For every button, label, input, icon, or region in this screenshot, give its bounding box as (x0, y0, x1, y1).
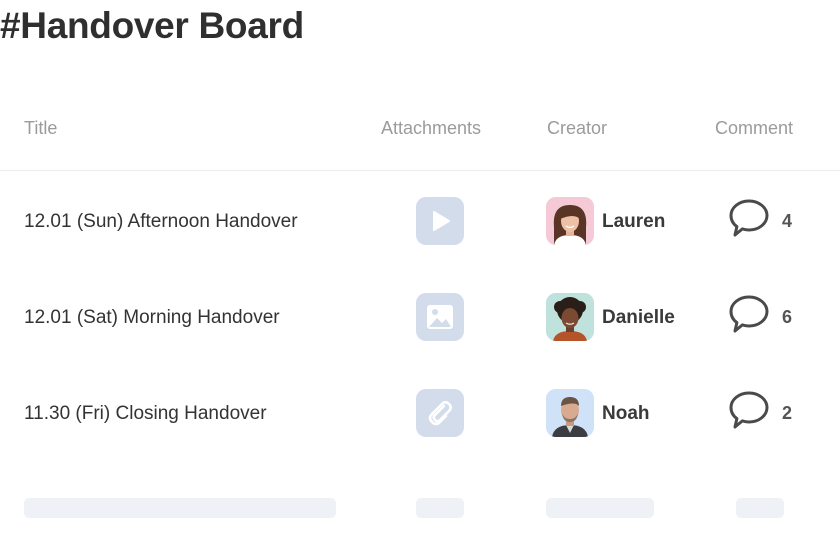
comment-icon[interactable] (728, 293, 770, 335)
comment-count: 4 (782, 211, 793, 231)
handover-title[interactable]: 12.01 (Sat) Morning Handover (24, 307, 280, 329)
skeleton-comment-placeholder (736, 498, 784, 518)
table-row[interactable]: 12.01 (Sat) Morning Handover Danielle 6 (0, 269, 840, 365)
attachment-button[interactable] (416, 197, 464, 245)
page-title: #Handover Board (0, 5, 304, 46)
attachment-button[interactable] (416, 293, 464, 341)
person-avatar-icon (546, 389, 594, 437)
play-icon (433, 211, 450, 231)
attachment-button[interactable] (416, 389, 464, 437)
person-avatar-icon (546, 293, 594, 341)
creator-name[interactable]: Noah (602, 403, 650, 425)
skeleton-creator-placeholder (546, 498, 654, 518)
column-header-creator[interactable]: Creator (547, 118, 607, 139)
image-icon (427, 305, 453, 329)
handover-title[interactable]: 12.01 (Sun) Afternoon Handover (24, 211, 298, 233)
person-avatar-icon (546, 197, 594, 245)
skeleton-attachment-placeholder (416, 498, 464, 518)
comment-icon[interactable] (728, 389, 770, 431)
comment-icon[interactable] (728, 197, 770, 239)
avatar[interactable] (546, 197, 594, 245)
skeleton-title-placeholder (24, 498, 336, 518)
avatar[interactable] (546, 389, 594, 437)
column-header-attachments[interactable]: Attachments (381, 118, 481, 139)
column-header-comment[interactable]: Comment (715, 118, 793, 139)
table-row[interactable]: 11.30 (Fri) Closing Handover Noah 2 (0, 365, 840, 461)
creator-name[interactable]: Danielle (602, 307, 675, 329)
paperclip-icon (428, 400, 453, 426)
comment-count: 6 (782, 307, 793, 327)
table-row[interactable]: 12.01 (Sun) Afternoon Handover Lauren 4 (0, 173, 840, 269)
creator-name[interactable]: Lauren (602, 211, 665, 233)
avatar[interactable] (546, 293, 594, 341)
table-header: Title Attachments Creator Comment (0, 104, 840, 171)
column-header-title[interactable]: Title (24, 118, 57, 139)
handover-title[interactable]: 11.30 (Fri) Closing Handover (24, 403, 267, 425)
comment-count: 2 (782, 403, 793, 423)
